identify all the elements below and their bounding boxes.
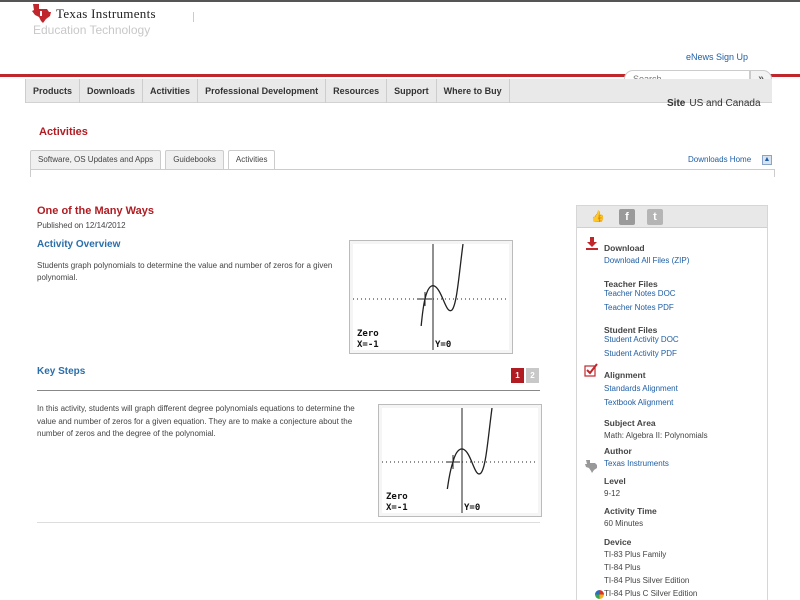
facebook-icon[interactable]: f <box>619 209 635 225</box>
download-all-link[interactable]: Download All Files (ZIP) <box>604 256 689 265</box>
textbook-alignment-link[interactable]: Textbook Alignment <box>604 398 673 407</box>
author-link[interactable]: Texas Instruments <box>604 459 669 468</box>
ti-logo[interactable]: Texas Instruments Education Technology <box>30 2 200 38</box>
standards-alignment-link[interactable]: Standards Alignment <box>604 384 678 393</box>
calculator-graph-step: Zero X=-1 Y=0 <box>382 408 538 513</box>
author-heading: Author <box>604 446 632 456</box>
thumbs-up-icon[interactable]: 👍 <box>590 209 606 225</box>
enews-signup-link[interactable]: eNews Sign Up <box>686 52 748 62</box>
overview-text: Students graph polynomials to determine … <box>37 261 333 282</box>
download-heading: Download <box>604 243 645 253</box>
calc-y-value: Y=0 <box>435 340 451 350</box>
nav-resources[interactable]: Resources <box>326 79 388 103</box>
texas-state-icon <box>585 460 597 473</box>
published-date: Published on 12/14/2012 <box>37 221 126 230</box>
alignment-heading: Alignment <box>604 370 646 380</box>
keysteps-text: In this activity, students will graph di… <box>37 404 355 438</box>
calc-step-zero-label: Zero <box>386 492 408 502</box>
overview-heading: Activity Overview <box>37 239 121 250</box>
page-title: Activities <box>39 126 88 138</box>
tab-software[interactable]: Software, OS Updates and Apps <box>30 150 162 169</box>
download-icon <box>586 237 598 250</box>
tab-activities[interactable]: Activities <box>227 150 276 170</box>
download-tabs: Software, OS Updates and Apps Guidebooks… <box>30 150 276 170</box>
student-activity-doc-link[interactable]: Student Activity DOC <box>604 335 679 344</box>
teacher-notes-doc-link[interactable]: Teacher Notes DOC <box>604 289 676 298</box>
color-edition-icon <box>595 590 604 599</box>
device-item: TI-83 Plus Family <box>604 550 667 559</box>
device-item: TI-84 Plus <box>604 563 641 572</box>
calc-zero-label: Zero <box>357 329 379 339</box>
arrow-up-icon[interactable]: ▲ <box>762 155 772 165</box>
site-label: Site <box>667 98 686 109</box>
tabs-divider-right <box>774 169 775 177</box>
logo-separator <box>193 12 194 22</box>
calc-step-y-value: Y=0 <box>464 503 480 513</box>
activity-sidebar: 👍 f t Download Download All Files (ZIP) … <box>576 205 768 600</box>
main-nav: Products Downloads Activities Profession… <box>25 79 772 103</box>
keysteps-divider <box>37 390 540 391</box>
keysteps-bottom-divider <box>37 522 540 523</box>
downloads-home-link[interactable]: Downloads Home <box>688 155 751 164</box>
activity-title: One of the Many Ways <box>37 205 154 217</box>
subject-area-value: Math: Algebra II: Polynomials <box>604 431 708 440</box>
calc-step-x-value: X=-1 <box>386 503 408 513</box>
calculator-screenshot[interactable]: Zero X=-1 Y=0 <box>349 240 513 354</box>
subject-area-heading: Subject Area <box>604 418 656 428</box>
nav-where-to-buy[interactable]: Where to Buy <box>437 79 510 103</box>
site-value: US and Canada <box>689 98 761 109</box>
nav-support[interactable]: Support <box>387 79 437 103</box>
brand-subtitle: Education Technology <box>33 23 151 37</box>
tabs-divider <box>30 169 775 170</box>
teacher-files-heading: Teacher Files <box>604 279 658 289</box>
nav-downloads[interactable]: Downloads <box>80 79 144 103</box>
keysteps-heading: Key Steps <box>37 366 86 377</box>
calc-x-value: X=-1 <box>357 340 379 350</box>
level-heading: Level <box>604 476 626 486</box>
student-files-heading: Student Files <box>604 325 658 335</box>
device-item: TI-84 Plus Silver Edition <box>604 576 690 585</box>
teacher-notes-pdf-link[interactable]: Teacher Notes PDF <box>604 303 674 312</box>
twitter-icon[interactable]: t <box>647 209 663 225</box>
brand-name: Texas Instruments <box>56 6 156 21</box>
calculator-screenshot-step[interactable]: Zero X=-1 Y=0 <box>378 404 542 517</box>
device-heading: Device <box>604 537 632 547</box>
page-1-button[interactable]: 1 <box>511 368 524 383</box>
activity-time-heading: Activity Time <box>604 506 657 516</box>
tabs-divider-left <box>30 169 31 177</box>
texas-state-icon <box>32 4 51 23</box>
tab-guidebooks[interactable]: Guidebooks <box>165 150 224 169</box>
page-2-button[interactable]: 2 <box>526 368 539 383</box>
device-item: TI-84 Plus C Silver Edition <box>604 589 698 598</box>
checkbox-check-icon <box>584 363 598 377</box>
student-activity-pdf-link[interactable]: Student Activity PDF <box>604 349 677 358</box>
social-bar: 👍 f t <box>577 206 767 228</box>
nav-activities[interactable]: Activities <box>143 79 199 103</box>
level-value: 9-12 <box>604 489 621 498</box>
nav-professional-development[interactable]: Professional Development <box>198 79 327 103</box>
activity-time-value: 60 Minutes <box>604 519 644 528</box>
calculator-graph: Zero X=-1 Y=0 <box>353 244 509 350</box>
site-selector[interactable]: Site US and Canada <box>667 98 761 109</box>
nav-products[interactable]: Products <box>25 79 81 103</box>
